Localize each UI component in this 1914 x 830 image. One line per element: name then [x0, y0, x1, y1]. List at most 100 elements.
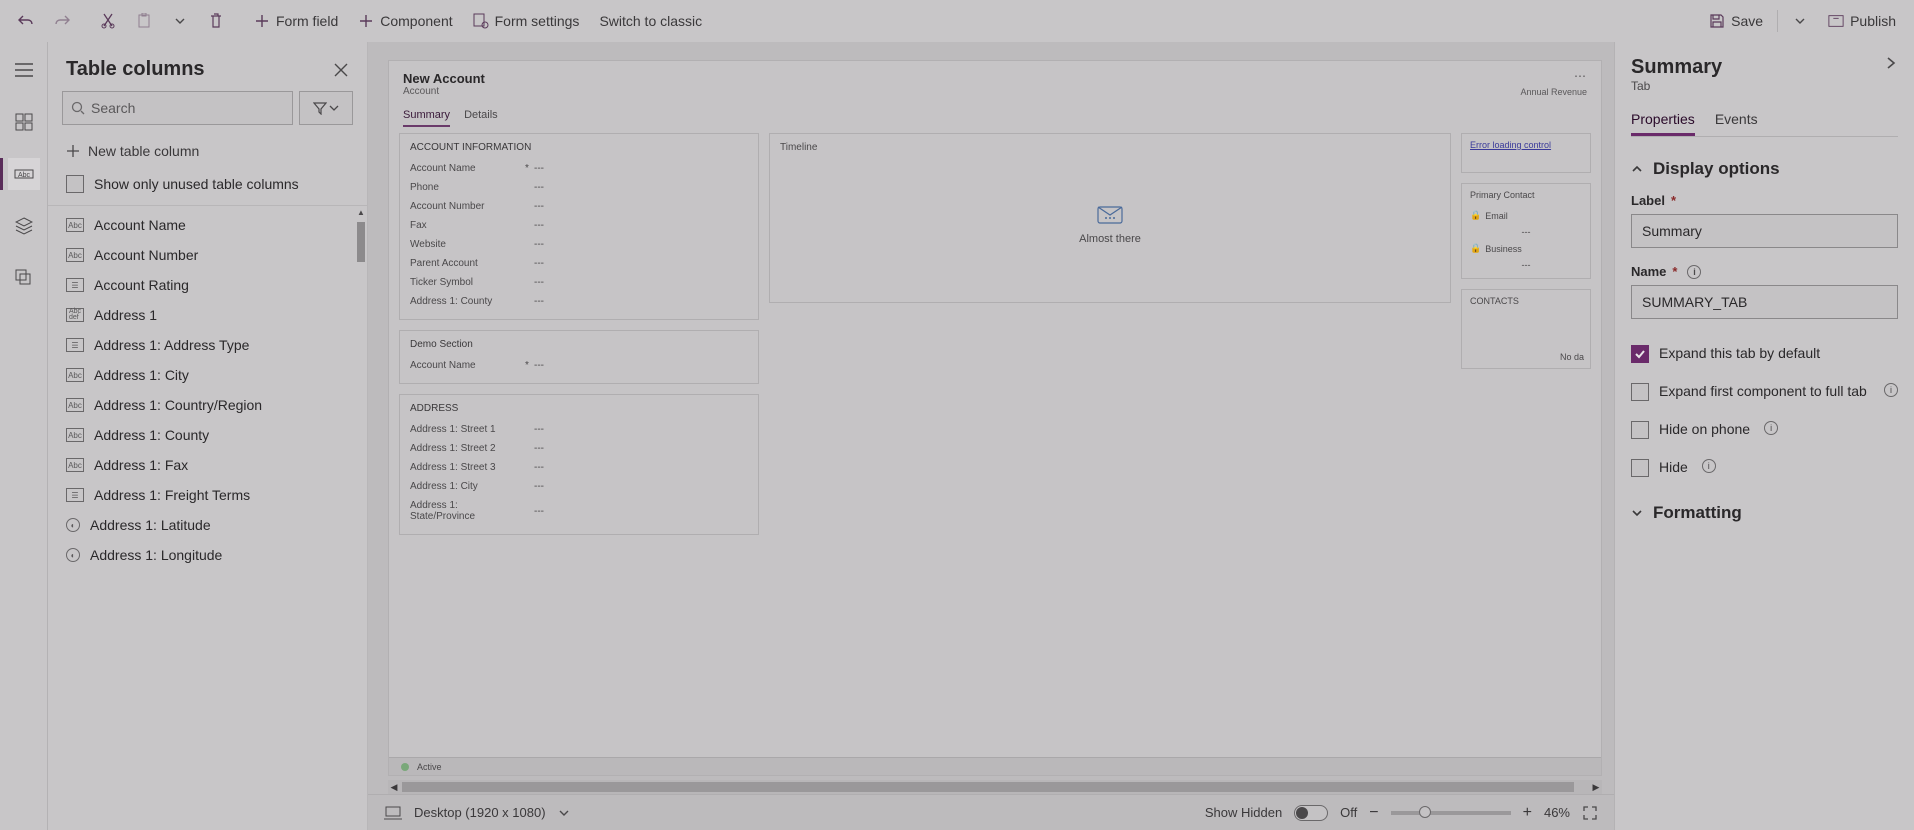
side-primary-contact[interactable]: Primary Contact 🔒Email --- 🔒Business ---: [1461, 183, 1591, 279]
delete-button[interactable]: [198, 7, 234, 35]
rail-library[interactable]: [8, 262, 40, 294]
section-account-info[interactable]: ACCOUNT INFORMATION Account Name*---Phon…: [399, 133, 759, 320]
filter-icon: [313, 101, 327, 115]
form-field-row[interactable]: Account Name*---: [410, 159, 748, 178]
field-value: ---: [534, 239, 544, 250]
info-icon[interactable]: i: [1687, 265, 1701, 279]
undo-button[interactable]: [8, 7, 44, 35]
zoom-out-button[interactable]: −: [1369, 804, 1378, 822]
cut-button[interactable]: [90, 7, 126, 35]
tab-properties[interactable]: Properties: [1631, 105, 1695, 136]
expand-default-checkbox[interactable]: [1631, 345, 1649, 363]
show-unused-checkbox[interactable]: [66, 175, 84, 193]
form-field-row[interactable]: Address 1: Street 1---: [410, 420, 748, 439]
form-field-row[interactable]: Website ---: [410, 235, 748, 254]
header-more-icon[interactable]: ⋯: [1574, 69, 1587, 83]
formatting-header[interactable]: Formatting: [1631, 503, 1898, 523]
form-field-row[interactable]: Address 1: City---: [410, 477, 748, 496]
paste-button[interactable]: [126, 7, 162, 35]
form-field-row[interactable]: Fax---: [410, 216, 748, 235]
tab-events[interactable]: Events: [1715, 105, 1758, 136]
form-settings-button[interactable]: Form settings: [463, 7, 590, 35]
top-toolbar: Form field Component Form settings Switc…: [0, 0, 1914, 42]
form-field-row[interactable]: Address 1: County---: [410, 292, 748, 311]
info-icon[interactable]: i: [1702, 459, 1716, 473]
filter-button[interactable]: [299, 91, 353, 125]
expand-first-checkbox[interactable]: [1631, 383, 1649, 401]
form-field-row[interactable]: Phone---: [410, 178, 748, 197]
hide-phone-checkbox[interactable]: [1631, 421, 1649, 439]
info-icon[interactable]: i: [1884, 383, 1898, 397]
hscroll-thumb[interactable]: [402, 782, 1574, 792]
search-input[interactable]: Search: [62, 91, 293, 125]
form-field-row[interactable]: Ticker Symbol---: [410, 273, 748, 292]
zoom-in-button[interactable]: +: [1523, 804, 1532, 822]
show-hidden-toggle[interactable]: [1294, 805, 1328, 821]
zoom-slider[interactable]: [1391, 811, 1511, 815]
close-panel-button[interactable]: [333, 62, 349, 78]
info-icon[interactable]: i: [1764, 421, 1778, 435]
rail-columns[interactable]: Abc: [8, 158, 40, 190]
form-tab-summary[interactable]: Summary: [403, 109, 450, 127]
timeline-message: Almost there: [1079, 233, 1141, 245]
collapse-panel-button[interactable]: [1884, 56, 1898, 70]
name-input[interactable]: [1631, 285, 1898, 319]
column-item[interactable]: ◐Address 1: Latitude: [48, 510, 355, 540]
field-value: ---: [534, 220, 544, 231]
search-placeholder: Search: [91, 100, 135, 116]
publish-button[interactable]: Publish: [1818, 7, 1906, 35]
field-label: Account Name: [410, 360, 520, 371]
add-form-field-button[interactable]: Form field: [244, 7, 348, 35]
add-component-button[interactable]: Component: [348, 7, 462, 35]
column-item[interactable]: ☰Address 1: Address Type: [48, 330, 355, 360]
field-label: Website: [410, 239, 520, 250]
column-item[interactable]: AbcAddress 1: County: [48, 420, 355, 450]
form-tab-details[interactable]: Details: [464, 109, 498, 127]
form-field-row[interactable]: Parent Account---: [410, 254, 748, 273]
hide-checkbox[interactable]: [1631, 459, 1649, 477]
error-link[interactable]: Error loading control: [1470, 140, 1551, 150]
form-preview[interactable]: New Account Account ⋯ Annual Revenue Sum…: [388, 60, 1602, 776]
save-dropdown[interactable]: [1782, 7, 1818, 35]
column-item[interactable]: AbcAccount Number: [48, 240, 355, 270]
timeline-control[interactable]: Timeline Almost there: [769, 133, 1451, 303]
form-field-row[interactable]: Address 1: State/Province---: [410, 496, 748, 526]
label-input[interactable]: [1631, 214, 1898, 248]
column-item[interactable]: ◐Address 1: Longitude: [48, 540, 355, 570]
side-error-box[interactable]: Error loading control: [1461, 133, 1591, 173]
rail-components[interactable]: [8, 106, 40, 138]
field-label: Address 1: Street 1: [410, 424, 520, 435]
paste-dropdown[interactable]: [162, 7, 198, 35]
name-field-label: Name: [1631, 264, 1666, 279]
switch-classic-button[interactable]: Switch to classic: [589, 7, 712, 35]
form-field-row[interactable]: Account Name*---: [410, 356, 748, 375]
column-item[interactable]: ☰Address 1: Freight Terms: [48, 480, 355, 510]
scroll-thumb[interactable]: [357, 222, 365, 262]
form-field-row[interactable]: Address 1: Street 2---: [410, 439, 748, 458]
column-item[interactable]: AbcAddress 1: City: [48, 360, 355, 390]
section-demo[interactable]: Demo Section Account Name*---: [399, 330, 759, 384]
fit-to-screen-button[interactable]: [1582, 805, 1598, 821]
redo-button[interactable]: [44, 7, 80, 35]
canvas-horizontal-scrollbar[interactable]: ◀ ▶: [388, 780, 1602, 794]
column-item[interactable]: ☰Account Rating: [48, 270, 355, 300]
column-list-scrollbar[interactable]: ▲: [357, 208, 365, 828]
side-contacts[interactable]: CONTACTS No da: [1461, 289, 1591, 369]
column-item[interactable]: AbcdefAddress 1: [48, 300, 355, 330]
form-field-row[interactable]: Account Number---: [410, 197, 748, 216]
device-label[interactable]: Desktop (1920 x 1080): [414, 805, 546, 820]
form-field-row[interactable]: Address 1: Street 3---: [410, 458, 748, 477]
save-button[interactable]: Save: [1699, 7, 1773, 35]
column-name: Address 1: County: [94, 427, 209, 443]
new-table-column-button[interactable]: New table column: [48, 135, 367, 167]
rail-hamburger[interactable]: [8, 54, 40, 86]
column-item[interactable]: AbcAccount Name: [48, 210, 355, 240]
column-item[interactable]: AbcAddress 1: Fax: [48, 450, 355, 480]
column-item[interactable]: AbcAddress 1: Country/Region: [48, 390, 355, 420]
field-label: Account Number: [410, 201, 520, 212]
display-options-header[interactable]: Display options: [1631, 159, 1898, 179]
form-canvas: New Account Account ⋯ Annual Revenue Sum…: [368, 42, 1614, 830]
chevron-down-icon[interactable]: [558, 807, 570, 819]
rail-tree[interactable]: [8, 210, 40, 242]
section-address[interactable]: ADDRESS Address 1: Street 1---Address 1:…: [399, 394, 759, 535]
